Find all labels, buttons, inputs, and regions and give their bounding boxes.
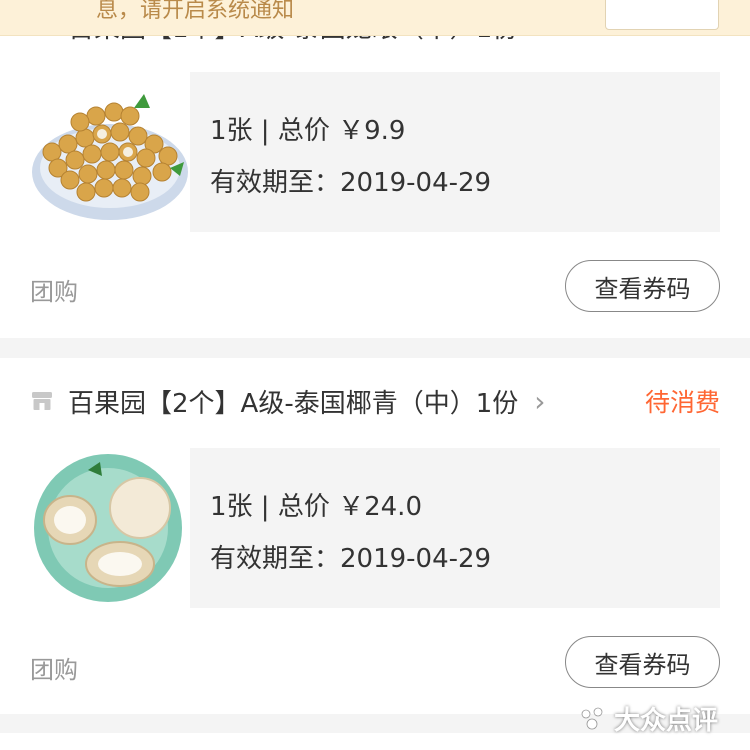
category-label: 团购 <box>30 656 78 684</box>
order-header[interactable]: 百果园【2个】A级-泰国椰青（中）1份 › 待消费 <box>30 381 720 421</box>
view-coupon-button[interactable]: 查看券码 <box>565 636 720 688</box>
chevron-right-icon: › <box>534 384 546 418</box>
order-list-screen: 息，请开启系统通知 百果园【1个】A级-泰国龙眼（中）1份 › <box>0 0 750 750</box>
expiry-date: 有效期至：2019-04-29 <box>210 544 492 574</box>
order-status: 待消费 <box>644 388 720 417</box>
store-icon <box>32 392 52 410</box>
category-label: 团购 <box>30 278 78 306</box>
order-title: 百果园【2个】A级-泰国椰青（中）1份 <box>68 388 519 419</box>
quantity-price: 1张 | 总价 ￥9.9 <box>210 116 406 146</box>
dianping-logo-icon <box>581 707 603 729</box>
watermark-text: 大众点评 <box>614 706 719 736</box>
order-info-panel[interactable]: 1张 | 总价 ￥24.0 有效期至：2019-04-29 <box>190 448 720 608</box>
product-thumbnail[interactable] <box>30 72 190 232</box>
banner-enable-button[interactable] <box>605 0 719 30</box>
order-card: 百果园【1个】A级-泰国龙眼（中）1份 › <box>0 0 750 338</box>
banner-text: 息，请开启系统通知 <box>96 0 295 23</box>
notification-banner[interactable]: 息，请开启系统通知 <box>0 0 750 36</box>
longan-fruit-image <box>30 72 190 232</box>
order-card: 百果园【2个】A级-泰国椰青（中）1份 › 待消费 1张 | 总价 ￥24.0 … <box>0 358 750 714</box>
order-info-panel[interactable]: 1张 | 总价 ￥9.9 有效期至：2019-04-29 <box>190 72 720 232</box>
product-thumbnail[interactable] <box>30 448 190 608</box>
view-coupon-button[interactable]: 查看券码 <box>565 260 720 312</box>
coconut-image <box>30 448 190 608</box>
watermark: 大众点评 <box>578 700 718 737</box>
quantity-price: 1张 | 总价 ￥24.0 <box>210 492 422 522</box>
expiry-date: 有效期至：2019-04-29 <box>210 168 492 198</box>
